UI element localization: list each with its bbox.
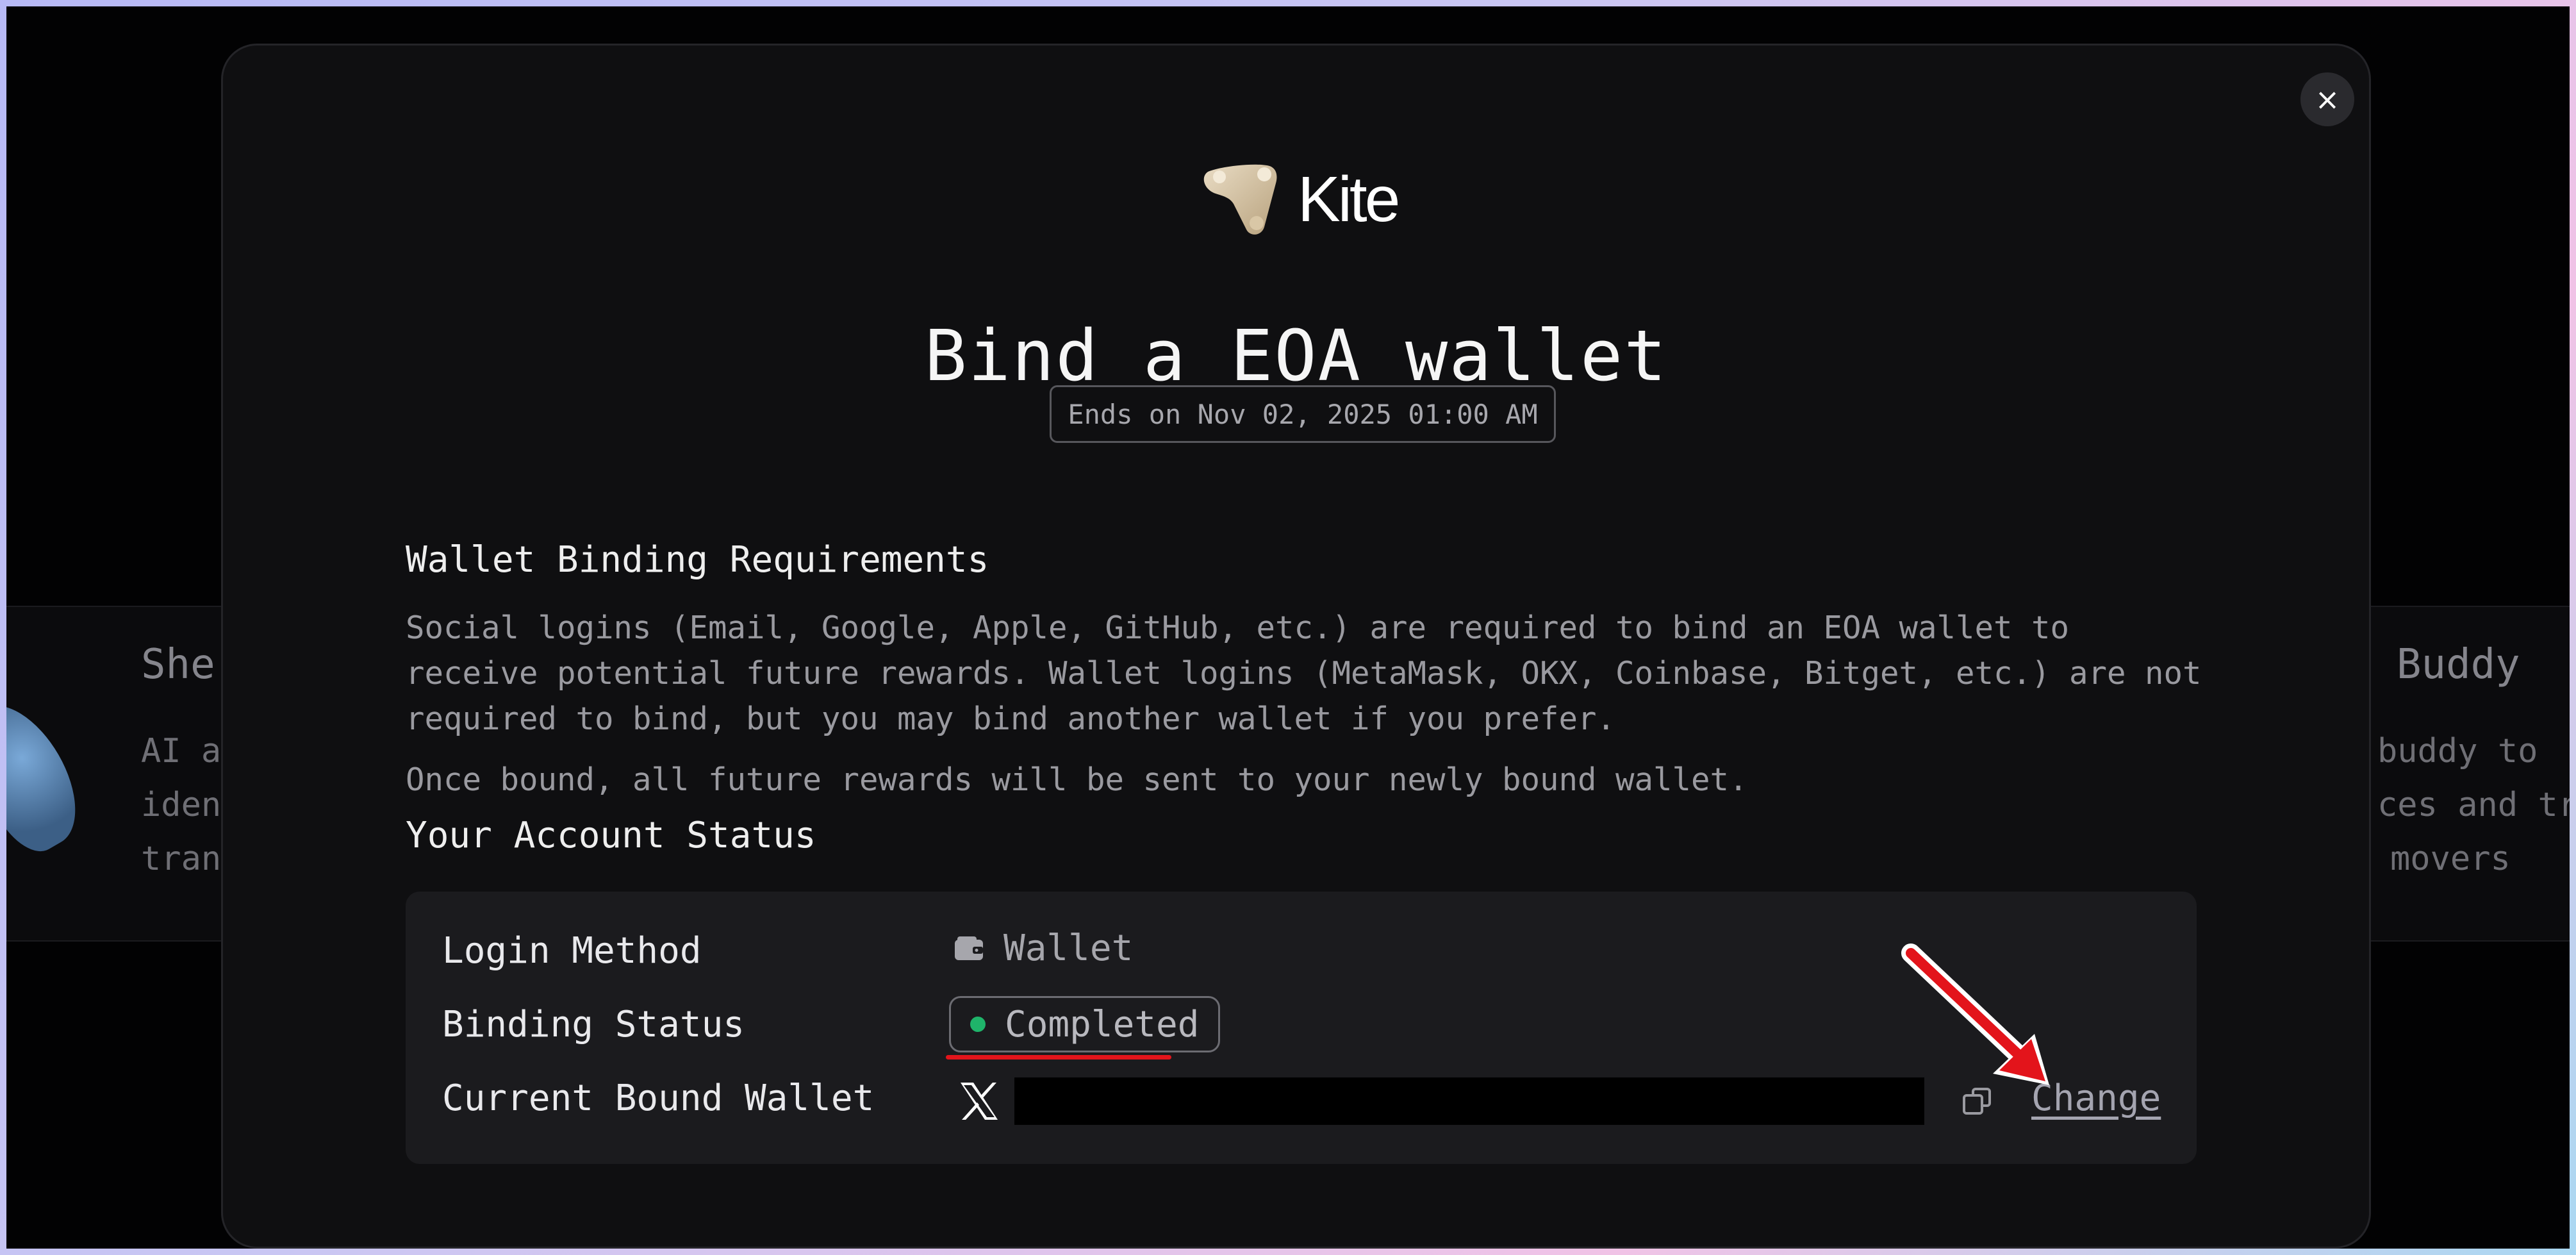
x-logo-icon [961,1083,998,1120]
screen: She AI a iden tran Buddy buddy to ces an… [6,6,2570,1249]
login-method-label: Login Method [442,930,702,972]
annotation-underline [946,1055,1171,1060]
annotation-arrow-icon [1901,943,2049,1085]
bound-wallet-label: Current Bound Wallet [442,1077,875,1119]
background-card-right-line: ces and tr [2377,786,2570,824]
kite-logo-icon [1203,164,1277,235]
status-dot-icon [970,1017,986,1032]
wallet-icon [955,936,983,960]
background-card-right-line: movers [2390,840,2511,878]
kite-logo: Kite [1200,154,1400,244]
background-card-left-line: AI a [141,732,222,770]
account-status-heading: Your Account Status [406,815,816,856]
background-card-left-line: tran [141,840,222,878]
requirements-paragraph: Social logins (Email, Google, Apple, Git… [406,610,2202,737]
page-title: Bind a EOA wallet [924,315,1668,397]
ends-on-badge: Ends on Nov 02, 2025 01:00 AM [1050,385,1556,443]
binding-status-label: Binding Status [442,1004,745,1045]
rewards-note: Once bound, all future rewards will be s… [406,761,1748,798]
background-card-left-line: iden [141,786,222,824]
status-badge-text: Completed [1005,1003,1200,1045]
status-badge: Completed [949,996,1221,1052]
close-icon: × [2315,82,2340,117]
background-card-left-title: She [141,641,215,688]
close-button[interactable]: × [2300,72,2354,126]
background-card-right-line: buddy to [2377,732,2538,770]
login-method-text: Wallet [1003,927,1134,969]
bound-wallet-address-redacted [1014,1077,1924,1125]
login-method-value: Wallet [954,927,1133,969]
background-card-left: She AI a iden tran [141,641,221,886]
requirements-heading: Wallet Binding Requirements [406,539,989,581]
kite-logo-text: Kite [1298,163,1400,235]
